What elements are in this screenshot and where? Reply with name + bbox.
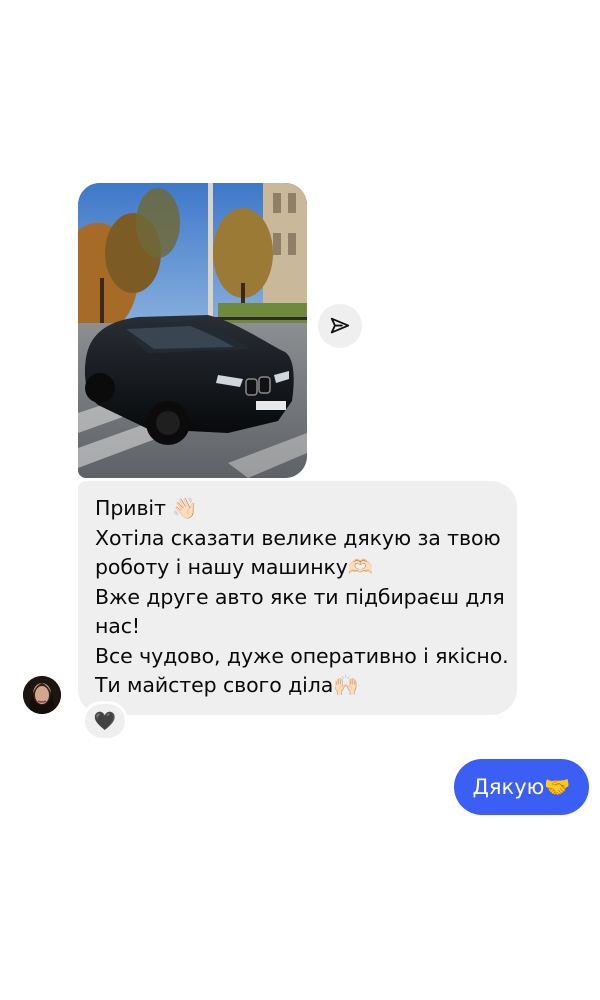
- avatar[interactable]: [23, 676, 61, 714]
- outgoing-message-text: Дякую🤝: [472, 774, 571, 799]
- share-button[interactable]: [318, 304, 362, 348]
- avatar-image: [23, 676, 61, 714]
- outgoing-message-bubble[interactable]: Дякую🤝: [454, 759, 589, 815]
- message-line: Вже друге авто яке ти підбираєш для: [95, 584, 505, 609]
- message-line: Хотіла сказати велике дякую за твою: [95, 525, 501, 550]
- send-icon: [330, 317, 350, 334]
- message-line: Ти майстер свого діла🙌🏻: [95, 673, 359, 697]
- black-heart-reaction: 🖤: [85, 704, 125, 738]
- photo-message[interactable]: [78, 183, 307, 478]
- incoming-message-bubble[interactable]: Привіт 👋🏻 Хотіла сказати велике дякую за…: [78, 481, 517, 715]
- message-line: нас!: [95, 614, 141, 638]
- reaction-badge[interactable]: 🖤: [84, 703, 126, 739]
- message-line: Привіт 👋🏻: [95, 496, 198, 520]
- message-line: Все чудово, дуже оперативно і якісно.: [95, 643, 509, 668]
- car-photo: [78, 183, 307, 478]
- message-line: роботу і нашу машинку🫶🏻: [95, 555, 374, 579]
